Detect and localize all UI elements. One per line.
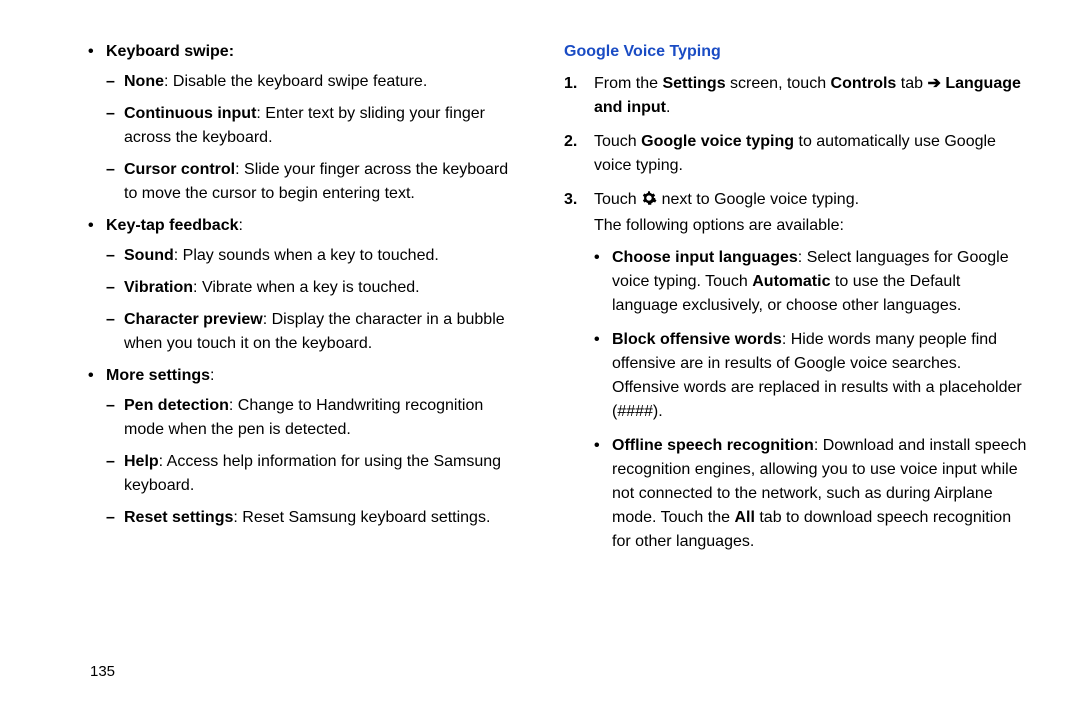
options-list: Choose input languages: Select languages… (594, 246, 1030, 554)
subitem: Sound: Play sounds when a key to touched… (106, 244, 516, 268)
subitem: Cursor control: Slide your finger across… (106, 158, 516, 206)
subitem-list: Sound: Play sounds when a key to touched… (106, 244, 516, 356)
item-title: More settings (106, 367, 210, 384)
item-key-tap-feedback: Key-tap feedback: Sound: Play sounds whe… (88, 214, 516, 356)
left-column: Keyboard swipe: None: Disable the keyboa… (40, 40, 540, 720)
item-keyboard-swipe: Keyboard swipe: None: Disable the keyboa… (88, 40, 516, 206)
item-title: Keyboard swipe (106, 43, 229, 60)
subitem-list: Pen detection: Change to Handwriting rec… (106, 394, 516, 530)
settings-list: Keyboard swipe: None: Disable the keyboa… (88, 40, 516, 530)
arrow-icon: ➔ (927, 75, 940, 92)
option-item: Choose input languages: Select languages… (594, 246, 1030, 318)
step-3: Touch next to Google voice typing. The f… (564, 188, 1030, 554)
gear-icon (641, 190, 657, 214)
subitem: Pen detection: Change to Handwriting rec… (106, 394, 516, 442)
section-heading: Google Voice Typing (564, 40, 1030, 64)
manual-page: Keyboard swipe: None: Disable the keyboa… (0, 0, 1080, 720)
subitem: Reset settings: Reset Samsung keyboard s… (106, 506, 516, 530)
item-title: Key-tap feedback (106, 217, 239, 234)
subitem: None: Disable the keyboard swipe feature… (106, 70, 516, 94)
step-1: From the Settings screen, touch Controls… (564, 72, 1030, 120)
subitem: Help: Access help information for using … (106, 450, 516, 498)
step-2: Touch Google voice typing to automatical… (564, 130, 1030, 178)
subitem: Continuous input: Enter text by sliding … (106, 102, 516, 150)
item-more-settings: More settings: Pen detection: Change to … (88, 364, 516, 530)
steps-list: From the Settings screen, touch Controls… (564, 72, 1030, 554)
subitem-list: None: Disable the keyboard swipe feature… (106, 70, 516, 206)
page-number: 135 (90, 663, 115, 680)
subitem: Character preview: Display the character… (106, 308, 516, 356)
option-item: Offline speech recognition: Download and… (594, 434, 1030, 554)
option-item: Block offensive words: Hide words many p… (594, 328, 1030, 424)
right-column: Google Voice Typing From the Settings sc… (540, 40, 1040, 720)
subitem: Vibration: Vibrate when a key is touched… (106, 276, 516, 300)
